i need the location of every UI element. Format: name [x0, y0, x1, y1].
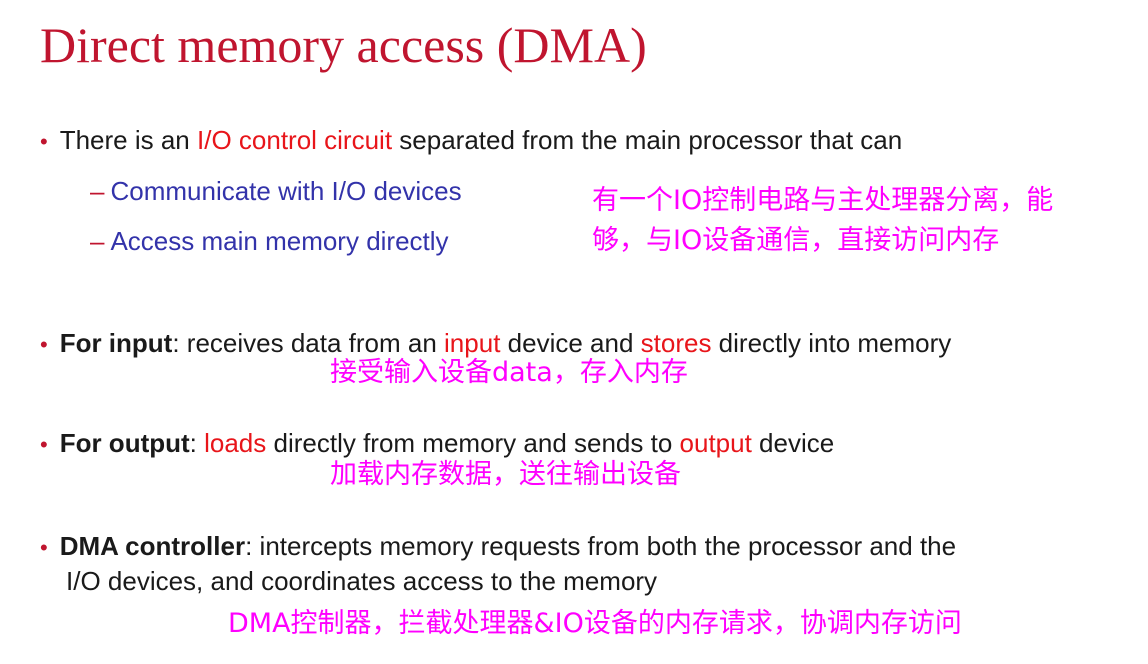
annotation-4: DMA控制器，拦截处理器&IO设备的内存请求，协调内存访问	[228, 608, 962, 639]
bullet-2-text-b: device and	[500, 328, 641, 358]
bullet-3-text-c: device	[751, 428, 835, 458]
bullet-1-text-a: There is an	[59, 125, 197, 155]
bullet-3-text-a: :	[189, 428, 205, 458]
bullet-2-highlight-stores: stores	[640, 328, 712, 358]
subitem-1: – Communicate with I/O devices	[90, 175, 462, 207]
bullet-2-text-a: : receives data from an	[172, 328, 445, 358]
annotation-1-line-2: 够，与IO设备通信，直接访问内存	[592, 225, 1000, 256]
bullet-dot: •	[40, 332, 48, 357]
bullet-1-line: • There is an I/O control circuit separat…	[40, 124, 902, 158]
bullet-4-line-1: • DMA controller: intercepts memory reque…	[40, 530, 956, 564]
dash-icon: –	[90, 176, 105, 206]
subitem-2-text: Access main memory directly	[110, 226, 449, 256]
subitem-2: – Access main memory directly	[90, 225, 449, 257]
bullet-3-text-b: directly from memory and sends to	[266, 428, 680, 458]
subitem-1-text: Communicate with I/O devices	[110, 176, 462, 206]
bullet-2-label: For input	[59, 328, 173, 358]
bullet-dot: •	[40, 432, 48, 457]
bullet-2-highlight-input: input	[444, 328, 501, 358]
bullet-4-label: DMA controller	[59, 531, 246, 561]
dash-icon: –	[90, 226, 105, 256]
slide-title: Direct memory access (DMA)	[40, 17, 647, 73]
bullet-3-label: For output	[59, 428, 190, 458]
annotation-3: 加载内存数据，送往输出设备	[330, 459, 681, 490]
annotation-2: 接受输入设备data，存入内存	[330, 357, 688, 388]
bullet-2-text-c: directly into memory	[711, 328, 952, 358]
bullet-4-text-a: : intercepts memory requests from both t…	[245, 531, 957, 561]
bullet-3-line: • For output: loads directly from memory …	[40, 427, 834, 461]
bullet-3-highlight-loads: loads	[204, 428, 267, 458]
slide: Direct memory access (DMA) • There is an …	[0, 0, 1148, 664]
annotation-1-line-1: 有一个IO控制电路与主处理器分离，能	[592, 185, 1054, 216]
bullet-4-line-2: I/O devices, and coordinates access to t…	[66, 566, 658, 596]
bullet-1-text-b: separated from the main processor that c…	[392, 125, 903, 155]
bullet-dot: •	[40, 535, 48, 560]
bullet-3-highlight-output: output	[679, 428, 752, 458]
bullet-1-highlight: I/O control circuit	[197, 125, 393, 155]
bullet-dot: •	[40, 129, 48, 154]
